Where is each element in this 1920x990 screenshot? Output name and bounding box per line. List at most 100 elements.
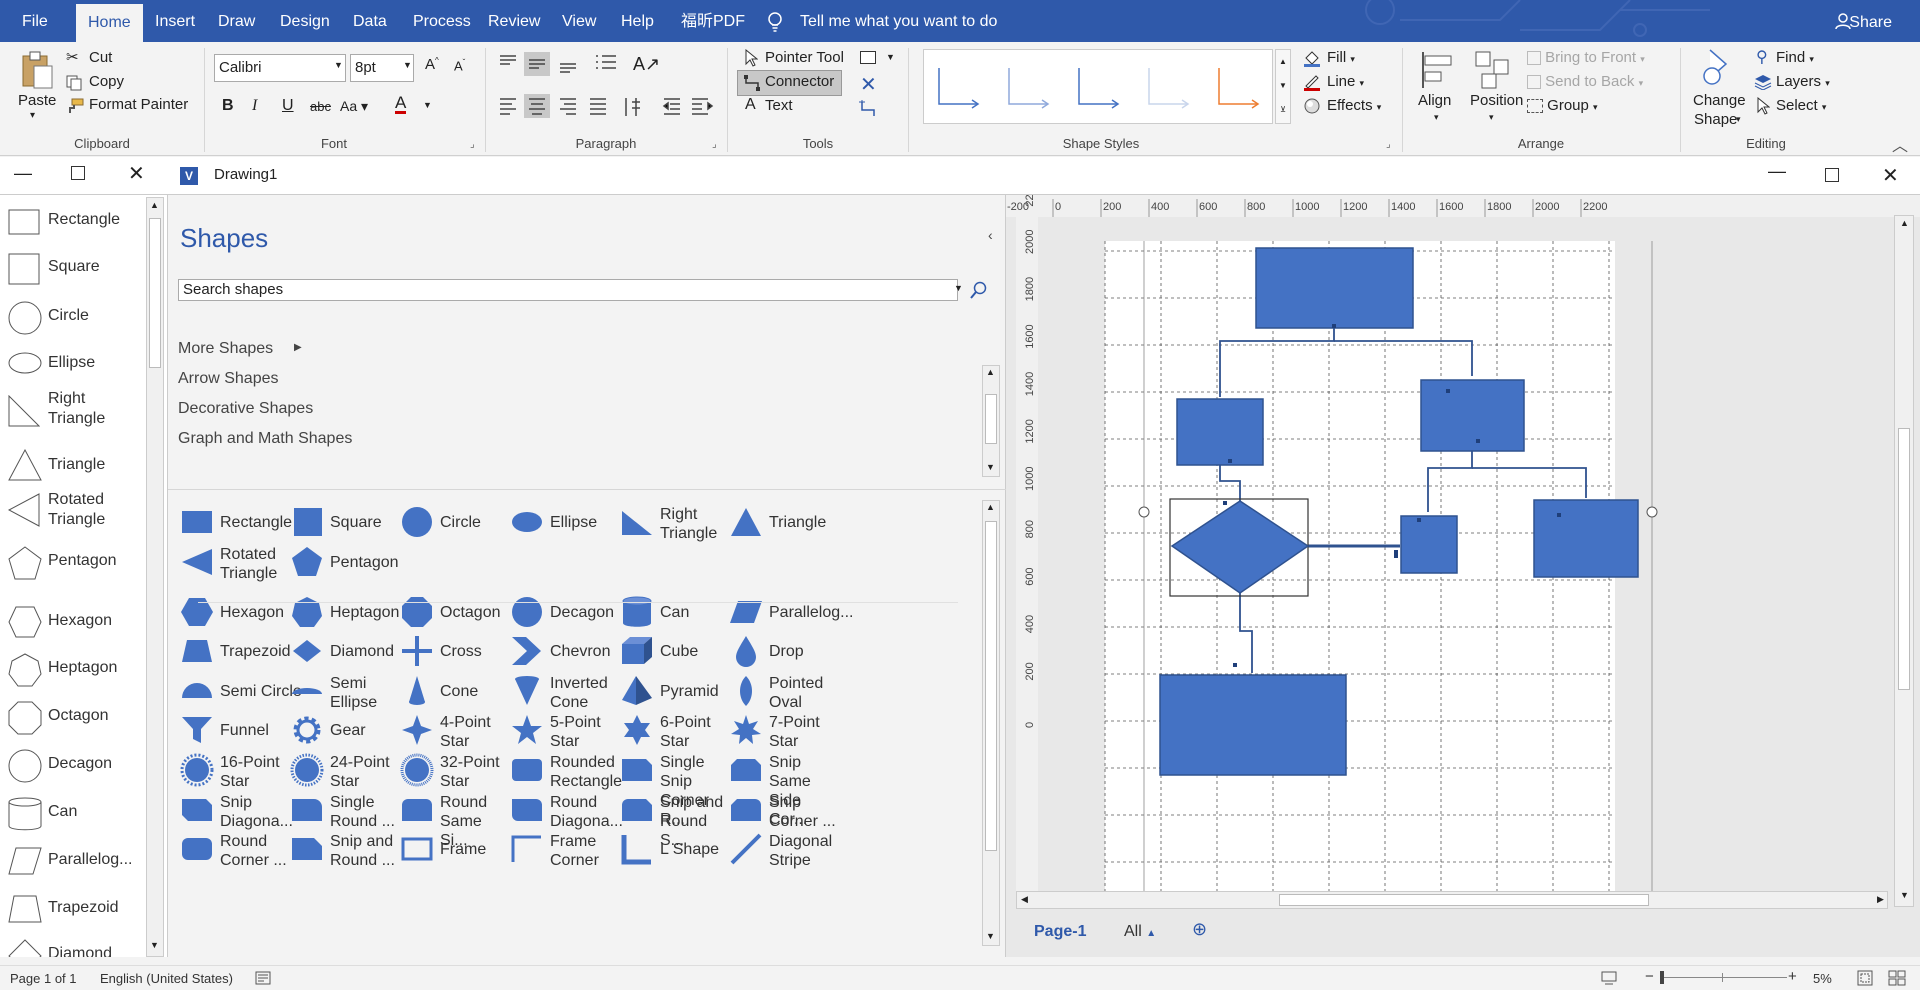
- underline-icon[interactable]: U: [282, 97, 294, 115]
- zoom-out-icon[interactable]: −: [1645, 968, 1654, 985]
- scroll-thumb[interactable]: [149, 218, 161, 368]
- stencil-item[interactable]: Rectangle: [8, 205, 146, 235]
- tab-foxit-pdf[interactable]: 福昕PDF: [669, 0, 757, 42]
- search-shapes-input[interactable]: Search shapes: [178, 279, 958, 301]
- scroll-thumb[interactable]: [985, 394, 997, 444]
- page-count[interactable]: Page 1 of 1: [10, 971, 77, 986]
- connection-point[interactable]: [1446, 389, 1450, 393]
- change-shape-button[interactable]: Change: [1693, 92, 1746, 109]
- shape-pentagon[interactable]: Pentagon: [290, 545, 399, 583]
- scroll-down-icon[interactable]: ▼: [1900, 890, 1909, 900]
- shape-rectangle[interactable]: Rectangle: [180, 505, 292, 543]
- shape-triangle[interactable]: Triangle: [729, 505, 837, 543]
- process-shape-left[interactable]: [1176, 398, 1264, 466]
- search-icon[interactable]: [970, 281, 988, 299]
- scroll-up-icon[interactable]: ▲: [150, 200, 159, 210]
- process-shape-top[interactable]: [1255, 247, 1414, 329]
- shape-single-round[interactable]: Single Round ...: [290, 793, 398, 831]
- change-shape-dropdown-icon[interactable]: ▾: [1736, 114, 1741, 125]
- doc-close-icon[interactable]: ✕: [1882, 163, 1899, 188]
- position-dropdown-icon[interactable]: ▾: [1489, 112, 1494, 123]
- scroll-down-icon[interactable]: ▼: [150, 940, 159, 950]
- shape-styles-gallery[interactable]: [923, 49, 1273, 124]
- collapse-panel-icon[interactable]: ‹: [988, 227, 993, 243]
- scroll-thumb[interactable]: [1279, 894, 1649, 906]
- fill-button[interactable]: Fill ▾: [1327, 49, 1355, 66]
- scroll-up-icon[interactable]: ▲: [1900, 218, 1909, 228]
- stencil-item[interactable]: Rotated Triangle: [8, 487, 146, 531]
- pointer-tool-button[interactable]: Pointer Tool: [765, 49, 844, 66]
- page-resize-handle[interactable]: [1646, 506, 1658, 518]
- process-shape-right[interactable]: [1420, 379, 1525, 452]
- stencil-item[interactable]: Triangle: [8, 445, 146, 481]
- connection-point[interactable]: [1557, 513, 1561, 517]
- italic-icon[interactable]: I: [252, 97, 257, 115]
- send-to-back-button[interactable]: Send to Back ▾: [1527, 73, 1643, 90]
- cut-button[interactable]: Cut: [89, 49, 112, 66]
- shape-can[interactable]: Can: [620, 595, 728, 633]
- minimize-icon[interactable]: —: [14, 163, 32, 184]
- stencil-item[interactable]: Decagon: [8, 745, 146, 783]
- fit-window-icon[interactable]: [1857, 970, 1873, 986]
- shape-32-point-star[interactable]: 32-Point Star: [400, 753, 508, 791]
- shape-7-point-star[interactable]: 7-Point Star: [729, 713, 837, 751]
- copy-button[interactable]: Copy: [89, 73, 124, 90]
- tab-review[interactable]: Review: [476, 0, 552, 42]
- scroll-thumb[interactable]: [1898, 428, 1910, 690]
- tab-draw[interactable]: Draw: [206, 0, 267, 42]
- fit-page-icon[interactable]: [1600, 971, 1618, 985]
- connection-point[interactable]: [1417, 518, 1421, 522]
- stencil-item[interactable]: Circle: [8, 297, 146, 335]
- shape-snip-and-round[interactable]: Snip and Round ...: [290, 832, 398, 870]
- scroll-down-icon[interactable]: ▼: [986, 462, 995, 472]
- stencil-item[interactable]: Right Triangle: [8, 387, 146, 431]
- stencil-item[interactable]: Trapezoid: [8, 891, 146, 925]
- tab-view[interactable]: View: [550, 0, 608, 42]
- process-shape-small[interactable]: [1400, 515, 1458, 574]
- group-button[interactable]: Group ▾: [1527, 97, 1598, 114]
- drawing-page[interactable]: [1050, 241, 1910, 897]
- connection-point[interactable]: [1228, 459, 1232, 463]
- shape-chevron[interactable]: Chevron: [510, 634, 618, 672]
- shape-rotated-triangle[interactable]: Rotated Triangle: [180, 545, 288, 583]
- stencil-item[interactable]: Can: [8, 793, 146, 831]
- shape-pyramid[interactable]: Pyramid: [620, 674, 728, 712]
- grow-font-icon[interactable]: A^: [425, 56, 439, 73]
- shape-snip-corner[interactable]: Snip Corner ...: [729, 793, 837, 831]
- shape-frame-corner[interactable]: Frame Corner: [510, 832, 618, 870]
- shape-snip-and-round-s[interactable]: Snip and Round S...: [620, 793, 728, 849]
- tab-data[interactable]: Data: [341, 0, 399, 42]
- shape-l-shape[interactable]: L Shape: [620, 832, 728, 870]
- align-button[interactable]: Align: [1418, 92, 1451, 109]
- connection-point[interactable]: [1476, 439, 1480, 443]
- shape-single-snip-corner-r[interactable]: Single Snip Corner R...: [620, 753, 728, 828]
- stencil-item[interactable]: Octagon: [8, 697, 146, 735]
- shape-snip-diagona[interactable]: Snip Diagona...: [180, 793, 293, 831]
- stencil-item[interactable]: Ellipse: [8, 347, 146, 377]
- tell-me-search[interactable]: Tell me what you want to do: [800, 0, 997, 42]
- bold-icon[interactable]: B: [222, 97, 234, 115]
- stencil-item[interactable]: Heptagon: [8, 649, 146, 687]
- tab-file[interactable]: File: [10, 0, 60, 42]
- rectangle-tool-dropdown-icon[interactable]: ▼: [886, 52, 895, 62]
- add-page-icon[interactable]: ⊕: [1192, 919, 1207, 940]
- shape-cross[interactable]: Cross: [400, 634, 508, 672]
- connection-point[interactable]: [1394, 554, 1398, 558]
- shape-5-point-star[interactable]: 5-Point Star: [510, 713, 618, 751]
- shape-snip-same-side-cor[interactable]: Snip Same Side Cor...: [729, 753, 837, 828]
- shape-decagon[interactable]: Decagon: [510, 595, 618, 633]
- shape-funnel[interactable]: Funnel: [180, 713, 288, 751]
- shape-16-point-star[interactable]: 16-Point Star: [180, 753, 288, 791]
- tab-help[interactable]: Help: [609, 0, 666, 42]
- zoom-slider[interactable]: [1662, 977, 1787, 978]
- shape-octagon[interactable]: Octagon: [400, 595, 508, 633]
- shape-24-point-star[interactable]: 24-Point Star: [290, 753, 398, 791]
- tab-process[interactable]: Process: [401, 0, 483, 42]
- close-icon[interactable]: ✕: [128, 161, 145, 186]
- connection-point-icon[interactable]: [858, 100, 878, 118]
- category-scrollbar[interactable]: ▲ ▼: [982, 365, 1000, 477]
- effects-button[interactable]: Effects ▾: [1327, 97, 1381, 114]
- font-name-select[interactable]: Calibri: [214, 54, 346, 82]
- scroll-left-icon[interactable]: ◀: [1021, 894, 1028, 905]
- shape-4-point-star[interactable]: 4-Point Star: [400, 713, 508, 751]
